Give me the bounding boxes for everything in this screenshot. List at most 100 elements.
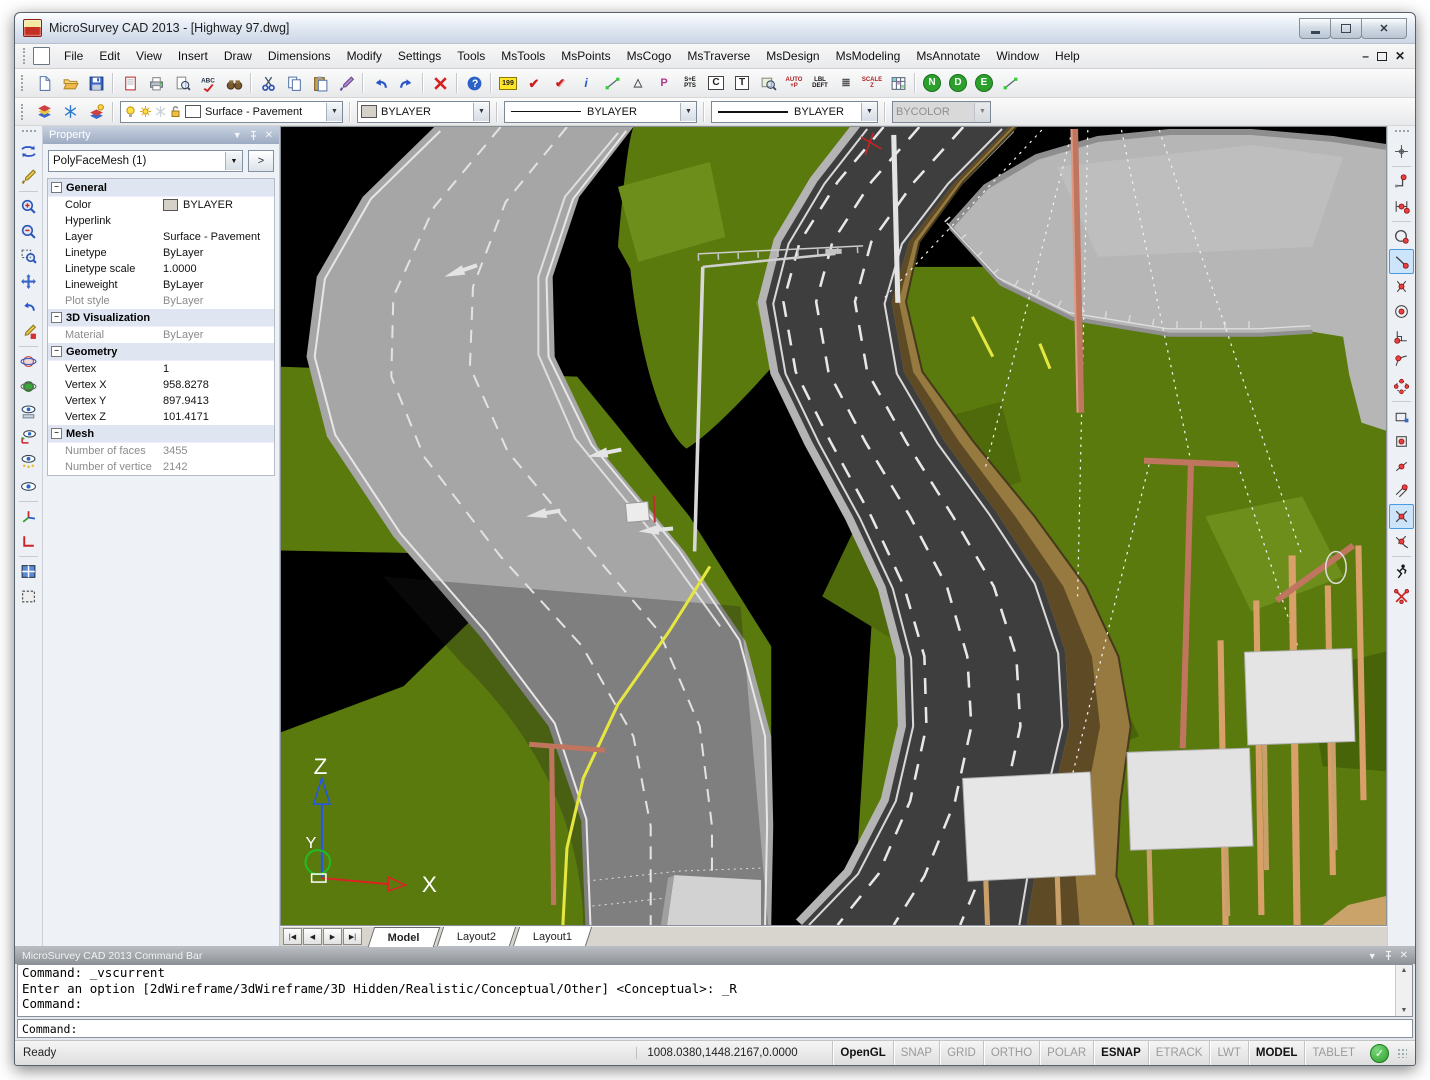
scroll-down-icon[interactable]: ▼ bbox=[1401, 1007, 1408, 1014]
field-verify-icon[interactable]: ✔ bbox=[522, 72, 546, 94]
toggle-tablet[interactable]: TABLET bbox=[1304, 1041, 1362, 1065]
section-mesh[interactable]: −Mesh bbox=[48, 425, 274, 443]
lineweight-combo[interactable]: BYLAYER ▼ bbox=[711, 101, 878, 123]
property-value[interactable]: Surface - Pavement bbox=[163, 231, 274, 243]
property-row[interactable]: Number of vertice2142 bbox=[48, 459, 274, 475]
section-geometry[interactable]: −Geometry bbox=[48, 343, 274, 361]
erase-icon[interactable] bbox=[428, 72, 452, 94]
menu-edit[interactable]: Edit bbox=[91, 46, 128, 66]
property-value[interactable]: 101.4171 bbox=[163, 411, 274, 423]
tab-model[interactable]: Model bbox=[368, 927, 440, 947]
menu-dimensions[interactable]: Dimensions bbox=[260, 46, 339, 66]
property-value[interactable]: BYLAYER bbox=[163, 199, 274, 211]
collapse-icon[interactable]: − bbox=[51, 182, 62, 193]
toolbar-grip[interactable] bbox=[21, 75, 27, 91]
print-preview-icon[interactable] bbox=[170, 72, 194, 94]
menu-help[interactable]: Help bbox=[1047, 46, 1088, 66]
scale-z-icon[interactable]: SCALE Z bbox=[860, 72, 884, 94]
pin-icon[interactable] bbox=[249, 130, 258, 141]
menu-modify[interactable]: Modify bbox=[339, 46, 390, 66]
pan-icon[interactable] bbox=[16, 269, 41, 294]
table-editor-icon[interactable]: T bbox=[730, 72, 754, 94]
store-points-icon[interactable]: S+E PTS bbox=[678, 72, 702, 94]
snap-parallel-icon[interactable] bbox=[1389, 479, 1414, 504]
property-value[interactable]: 897.9413 bbox=[163, 395, 274, 407]
snap-endpoint-icon[interactable] bbox=[1389, 194, 1414, 219]
toggle-etrack[interactable]: ETRACK bbox=[1148, 1041, 1210, 1065]
check-circle-icon[interactable]: ✓ bbox=[1370, 1044, 1389, 1063]
property-row[interactable]: Vertex X958.8278 bbox=[48, 377, 274, 393]
property-row[interactable]: ColorBYLAYER bbox=[48, 197, 274, 213]
property-row[interactable]: LayerSurface - Pavement bbox=[48, 229, 274, 245]
property-row[interactable]: LineweightByLayer bbox=[48, 277, 274, 293]
drawing-viewport[interactable]: Z Y X bbox=[280, 126, 1387, 926]
ucs-icon[interactable] bbox=[16, 504, 41, 529]
cmd-menu-icon[interactable]: ▼ bbox=[1368, 951, 1377, 961]
toggle-esnap[interactable]: ESNAP bbox=[1093, 1041, 1148, 1065]
tab-prev-icon[interactable]: ◀ bbox=[303, 928, 322, 945]
toggle-ortho[interactable]: ORTHO bbox=[983, 1041, 1039, 1065]
toolbar-grip[interactable] bbox=[1395, 130, 1409, 136]
redo-icon[interactable] bbox=[394, 72, 418, 94]
zoom-in-icon[interactable] bbox=[16, 194, 41, 219]
property-row[interactable]: MaterialByLayer bbox=[48, 327, 274, 343]
property-row[interactable]: Plot styleByLayer bbox=[48, 293, 274, 309]
color-combo[interactable]: BYLAYER ▼ bbox=[357, 101, 490, 123]
cmd-close-icon[interactable]: ✕ bbox=[1400, 950, 1408, 961]
property-row[interactable]: Vertex Z101.4171 bbox=[48, 409, 274, 425]
toggle-elevation-icon[interactable]: E bbox=[972, 72, 996, 94]
command-history[interactable]: Command: _vscurrent Enter an option [2dW… bbox=[18, 965, 1395, 1016]
color-dropdown-arrow[interactable]: ▼ bbox=[473, 103, 489, 121]
restore-button[interactable] bbox=[1330, 18, 1362, 39]
snap-insertion-icon[interactable] bbox=[1389, 404, 1414, 429]
property-value[interactable]: ByLayer bbox=[163, 329, 274, 341]
property-value[interactable]: ByLayer bbox=[163, 295, 274, 307]
menu-msmodeling[interactable]: MsModeling bbox=[828, 46, 909, 66]
mdi-restore-button[interactable] bbox=[1377, 52, 1387, 61]
minimize-button[interactable] bbox=[1299, 18, 1331, 39]
layer-combo[interactable]: Surface - Pavement ▼ bbox=[120, 101, 343, 123]
point-protect-icon[interactable]: P bbox=[652, 72, 676, 94]
tab-first-icon[interactable]: |◀ bbox=[283, 928, 302, 945]
menu-msdesign[interactable]: MsDesign bbox=[758, 46, 827, 66]
toggle-snap[interactable]: SNAP bbox=[893, 1041, 939, 1065]
toggle-opengl[interactable]: OpenGL bbox=[832, 1041, 892, 1065]
find-icon[interactable] bbox=[222, 72, 246, 94]
toggle-northing-icon[interactable]: N bbox=[920, 72, 944, 94]
orbit-3d-icon[interactable] bbox=[16, 374, 41, 399]
collapse-icon[interactable]: − bbox=[51, 312, 62, 323]
mdi-close-button[interactable]: ✕ bbox=[1395, 49, 1405, 63]
snap-nearest-line-icon[interactable] bbox=[1389, 249, 1414, 274]
help-icon[interactable]: ? bbox=[462, 72, 486, 94]
snap-quadrant-icon[interactable] bbox=[1389, 374, 1414, 399]
menu-mstraverse[interactable]: MsTraverse bbox=[679, 46, 758, 66]
layer-manager-icon[interactable] bbox=[32, 101, 56, 123]
menu-file[interactable]: File bbox=[56, 46, 91, 66]
regen-icon[interactable] bbox=[16, 139, 41, 164]
snap-midpoint-icon[interactable] bbox=[1389, 274, 1414, 299]
gps-import-icon[interactable]: ✔ bbox=[548, 72, 572, 94]
new-file-icon[interactable] bbox=[32, 72, 56, 94]
save-file-icon[interactable] bbox=[84, 72, 108, 94]
viewport-single-icon[interactable] bbox=[16, 584, 41, 609]
collapse-icon[interactable]: − bbox=[51, 346, 62, 357]
linetype-dropdown-arrow[interactable]: ▼ bbox=[680, 103, 696, 121]
document-icon[interactable] bbox=[33, 47, 50, 65]
auto-point-icon[interactable]: AUTO +P bbox=[782, 72, 806, 94]
copy-icon[interactable] bbox=[282, 72, 306, 94]
zoom-window-icon[interactable] bbox=[16, 244, 41, 269]
property-row[interactable]: Number of faces3455 bbox=[48, 443, 274, 459]
coordinate-readout[interactable]: 1008.0380,1448.2167,0.0000 bbox=[636, 1047, 832, 1059]
property-row[interactable]: Linetype scale1.0000 bbox=[48, 261, 274, 277]
tab-layout2[interactable]: Layout2 bbox=[437, 927, 516, 946]
snap-none-icon[interactable] bbox=[1389, 584, 1414, 609]
line-points-icon[interactable] bbox=[998, 72, 1022, 94]
orbit-icon[interactable] bbox=[16, 349, 41, 374]
snap-node-icon[interactable] bbox=[1389, 429, 1414, 454]
zoom-out-icon[interactable] bbox=[16, 219, 41, 244]
paste-icon[interactable] bbox=[308, 72, 332, 94]
spell-check-icon[interactable]: ABC bbox=[196, 72, 220, 94]
match-properties-icon[interactable] bbox=[334, 72, 358, 94]
named-views-icon[interactable] bbox=[16, 449, 41, 474]
tape-distance-icon[interactable]: 199 bbox=[496, 72, 520, 94]
